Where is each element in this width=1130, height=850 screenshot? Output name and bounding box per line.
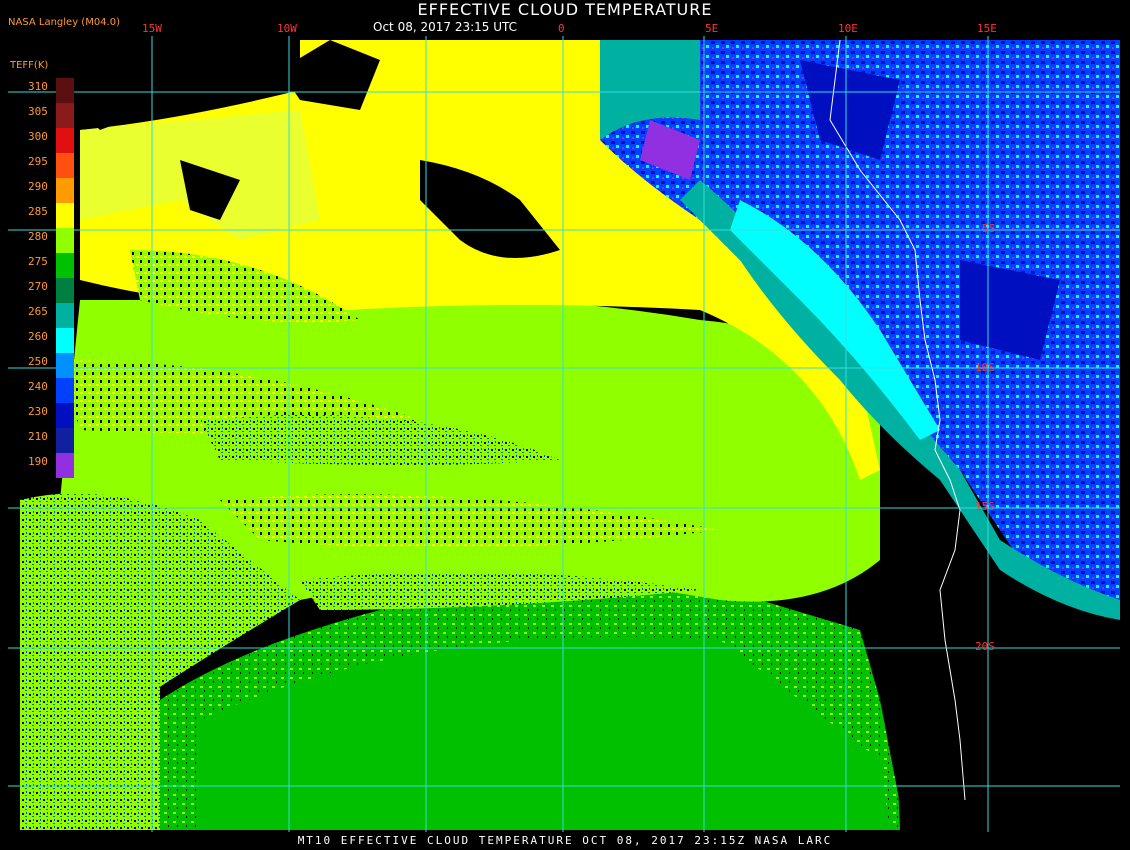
legend-swatch <box>56 403 74 428</box>
legend-row: 280 <box>28 228 74 253</box>
lon-label-15e: 15E <box>977 22 997 35</box>
legend-swatch <box>56 78 74 103</box>
legend-swatch <box>56 378 74 403</box>
cloud-temperature-map <box>8 36 1120 832</box>
legend-swatch <box>56 178 74 203</box>
lon-label-15w: 15W <box>142 22 162 35</box>
legend-swatch <box>56 153 74 178</box>
legend-row: 270 <box>28 278 74 303</box>
legend-label: 310 <box>28 80 48 93</box>
legend-swatch <box>56 253 74 278</box>
legend-row: 260 <box>28 328 74 353</box>
legend-row: 265 <box>28 303 74 328</box>
legend-label: 295 <box>28 155 48 168</box>
legend-swatch <box>56 128 74 153</box>
lon-label-10e: 10E <box>838 22 858 35</box>
legend-swatch <box>56 303 74 328</box>
color-legend: 310 305 300 295 290 285 280 275 270 265 260 250 240 2… <box>28 78 74 478</box>
legend-label: 275 <box>28 255 48 268</box>
footer-caption: MT10 EFFECTIVE CLOUD TEMPERATURE OCT 08,… <box>297 834 833 847</box>
legend-label: 230 <box>28 405 48 418</box>
legend-label: 250 <box>28 355 48 368</box>
legend-label: 265 <box>28 305 48 318</box>
lon-label-5e: 5E <box>705 22 719 35</box>
legend-swatch <box>56 428 74 453</box>
lat-label-5s: 5S <box>982 222 996 235</box>
legend-label: 305 <box>28 105 48 118</box>
legend-label: 210 <box>28 430 48 443</box>
legend-swatch <box>56 453 74 478</box>
lat-label-20s: 20S <box>975 640 995 653</box>
legend-swatch <box>56 353 74 378</box>
legend-row: 275 <box>28 253 74 278</box>
legend-label: 280 <box>28 230 48 243</box>
legend-label: 240 <box>28 380 48 393</box>
producer-label: NASA Langley (M04.0) <box>8 17 120 28</box>
legend-row: 285 <box>28 203 74 228</box>
legend-swatch <box>56 203 74 228</box>
lat-label-15s: 15S <box>975 500 995 513</box>
legend-row: 190 <box>28 453 74 478</box>
legend-row: 210 <box>28 428 74 453</box>
legend-swatch <box>56 328 74 353</box>
legend-label: 290 <box>28 180 48 193</box>
legend-swatch <box>56 278 74 303</box>
legend-swatch <box>56 228 74 253</box>
lon-label-0: 0 <box>558 22 565 35</box>
legend-label: 285 <box>28 205 48 218</box>
legend-label: 190 <box>28 455 48 468</box>
lat-label-10s: 10S <box>975 361 995 374</box>
legend-row: 290 <box>28 178 74 203</box>
legend-swatch <box>56 103 74 128</box>
lon-label-10w: 10W <box>277 22 297 35</box>
legend-title: TEFF(K) <box>10 60 49 71</box>
legend-row: 295 <box>28 153 74 178</box>
map-title: EFFECTIVE CLOUD TEMPERATURE <box>417 0 713 19</box>
legend-row: 300 <box>28 128 74 153</box>
legend-row: 250 <box>28 353 74 378</box>
legend-row: 310 <box>28 78 74 103</box>
legend-row: 305 <box>28 103 74 128</box>
legend-label: 270 <box>28 280 48 293</box>
legend-row: 230 <box>28 403 74 428</box>
legend-label: 260 <box>28 330 48 343</box>
legend-label: 300 <box>28 130 48 143</box>
legend-row: 240 <box>28 378 74 403</box>
